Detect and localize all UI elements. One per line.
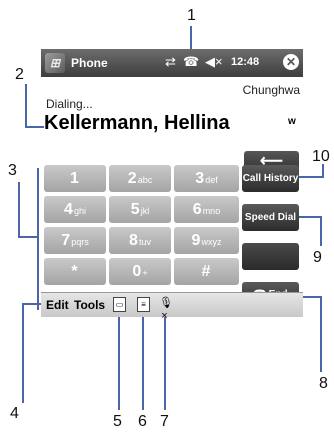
callout-line-6 <box>142 316 144 410</box>
contact-card-icon[interactable]: ≡ <box>137 297 150 312</box>
callout-line-4 <box>22 303 24 403</box>
edit-menu[interactable]: Edit <box>46 298 69 312</box>
key-star[interactable]: * <box>44 258 106 285</box>
callout-8: 8 <box>319 375 328 392</box>
call-status: Dialing... <box>46 97 93 111</box>
key-6[interactable]: 6mno <box>174 196 239 223</box>
microphone-muted-icon[interactable]: 🎙× <box>159 297 173 322</box>
clock[interactable]: 12:48 <box>231 56 259 68</box>
callout-line-8b <box>320 296 322 372</box>
volume-icon[interactable]: ◀× <box>205 54 223 70</box>
key-0[interactable]: 0+ <box>109 258 171 285</box>
key-5[interactable]: 5jkl <box>109 196 171 223</box>
title-bar: ⊞ Phone ⇄ ☎ ◀× 12:48 ✕ <box>41 49 303 77</box>
speed-dial-button[interactable]: Speed Dial <box>242 204 299 231</box>
key-1[interactable]: 1 <box>44 165 106 192</box>
callout-6: 6 <box>138 413 147 430</box>
close-button[interactable]: ✕ <box>283 54 299 70</box>
callout-line-5 <box>118 316 120 410</box>
callout-line-3b <box>18 236 38 238</box>
key-hash[interactable]: # <box>174 258 239 285</box>
contact-name: Kellermann, Hellina <box>44 112 230 134</box>
key-3[interactable]: 3def <box>174 165 239 192</box>
contact-number-type: w <box>288 116 296 127</box>
callout-4: 4 <box>10 405 19 422</box>
callout-line-2b <box>25 126 44 128</box>
callout-line-9 <box>299 216 321 218</box>
callout-bracket-3 <box>37 168 39 310</box>
callout-2: 2 <box>15 66 24 83</box>
callout-line-7 <box>164 316 166 410</box>
callout-line-9b <box>320 216 322 246</box>
empty-function-key[interactable] <box>242 243 299 270</box>
callout-line-10b <box>322 164 324 178</box>
operator-name: Chunghwa <box>242 83 300 97</box>
key-8[interactable]: 8tuv <box>109 227 171 254</box>
key-2[interactable]: 2abc <box>109 165 171 192</box>
callout-3: 3 <box>8 162 17 179</box>
phone-call-icon[interactable]: ☎ <box>183 54 199 70</box>
callout-line-10 <box>299 176 323 178</box>
callout-line-2 <box>25 84 27 127</box>
callout-10: 10 <box>312 148 330 165</box>
key-9[interactable]: 9wxyz <box>174 227 239 254</box>
key-4[interactable]: 4ghi <box>44 196 106 223</box>
callout-1: 1 <box>187 7 196 24</box>
key-7[interactable]: 7pqrs <box>44 227 106 254</box>
callout-5: 5 <box>113 413 122 430</box>
menu-bar: Edit Tools ▭ ≡ 🎙× <box>41 292 303 322</box>
callout-7: 7 <box>160 413 169 430</box>
windows-start-icon[interactable]: ⊞ <box>45 53 65 73</box>
tools-menu[interactable]: Tools <box>74 298 105 312</box>
callout-9: 9 <box>313 249 322 266</box>
callout-line-3 <box>18 182 20 238</box>
app-title: Phone <box>71 56 108 70</box>
connectivity-icon[interactable]: ⇄ <box>165 54 176 70</box>
keyboard-icon[interactable]: ▭ <box>113 297 126 312</box>
call-history-button[interactable]: Call History <box>242 165 299 192</box>
